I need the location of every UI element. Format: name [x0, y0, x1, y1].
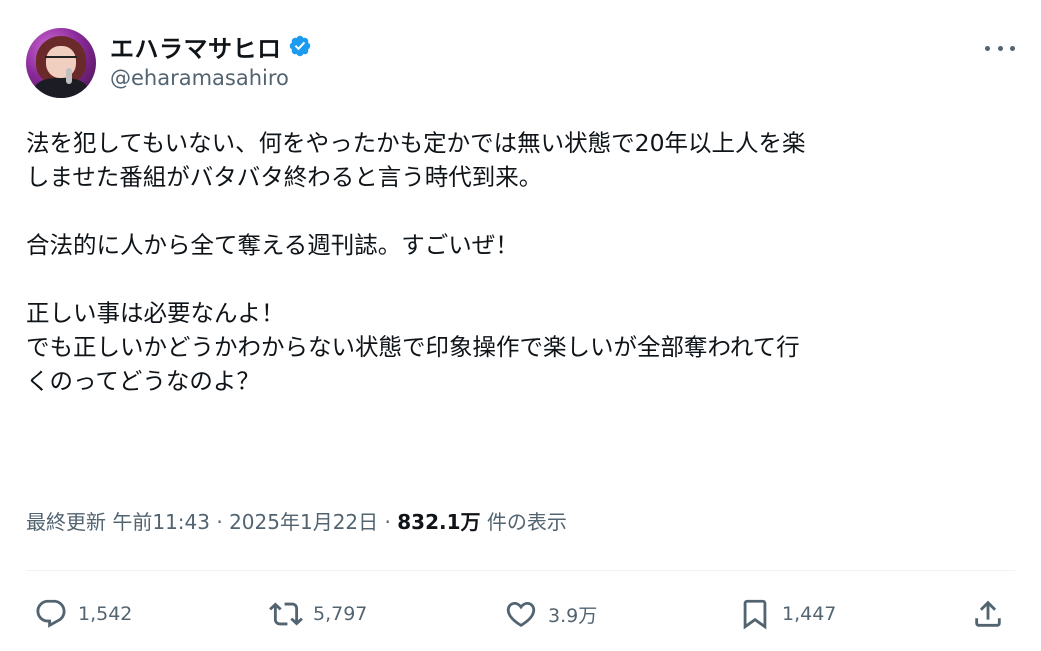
tweet-line: 合法的に人から全て奪える週刊誌。すごいぜ！ — [26, 231, 519, 259]
like-count: 3.9万 — [548, 604, 598, 627]
more-dot — [985, 45, 990, 51]
heart-icon — [506, 601, 536, 627]
more-dot — [997, 45, 1003, 51]
verified-badge-icon[interactable] — [288, 34, 312, 58]
divider — [26, 570, 1015, 571]
reply-button[interactable]: 1,542 — [34, 594, 132, 634]
tweet-line: しませた番組がバタバタ終わると言う時代到来。 — [26, 163, 543, 191]
tweet-text: 法を犯してもいない、何をやったかも定かでは無い状態で20年以上人を楽 しませた番… — [26, 126, 1021, 398]
display-name[interactable]: エハラマサヒロ — [110, 29, 282, 64]
name-row: エハラマサヒロ — [110, 29, 312, 64]
share-icon — [975, 600, 1001, 627]
avatar-mic — [66, 68, 72, 84]
avatar-body — [34, 78, 88, 98]
line-break — [26, 194, 1021, 228]
meta-separator: · — [384, 510, 391, 534]
tweet-time[interactable]: 午前11:43 — [112, 510, 210, 534]
tweet-line: でも正しいかどうかわからない状態で印象操作で楽しいが全部奪われて行 — [26, 333, 800, 361]
retweet-count: 5,797 — [313, 603, 368, 625]
user-handle[interactable]: @eharamasahiro — [110, 66, 312, 90]
tweet-meta: 最終更新 午前11:43 · 2025年1月22日 · 832.1万 件の表示 — [26, 506, 567, 535]
tweet-line: くのってどうなのよ？ — [26, 367, 260, 395]
views-count: 832.1万 — [397, 510, 481, 534]
avatar[interactable] — [26, 28, 96, 98]
reply-icon — [36, 599, 66, 628]
tweet-line: 正しい事は必要なんよ！ — [26, 299, 285, 327]
more-dot — [1010, 45, 1015, 51]
more-dots-icon[interactable] — [985, 38, 1015, 58]
views-label: 件の表示 — [486, 510, 567, 534]
updated-label: 最終更新 — [26, 510, 106, 534]
bookmark-count: 1,447 — [782, 603, 837, 625]
tweet-card: エハラマサヒロ @eharamasahiro 法を犯してもいない、何をやったかも… — [0, 0, 1041, 651]
retweet-icon — [269, 602, 303, 626]
meta-separator: · — [216, 510, 223, 534]
like-button[interactable]: 3.9万 — [504, 594, 597, 634]
reply-count: 1,542 — [78, 603, 133, 625]
bookmark-icon — [743, 599, 767, 630]
retweet-button[interactable]: 5,797 — [269, 594, 367, 634]
user-info: エハラマサヒロ @eharamasahiro — [110, 30, 312, 90]
tweet-line: 法を犯してもいない、何をやったかも定かでは無い状態で20年以上人を楽 — [26, 129, 806, 157]
share-button[interactable] — [971, 594, 1015, 634]
avatar-glasses — [45, 56, 77, 66]
line-break — [26, 262, 1021, 296]
bookmark-button[interactable]: 1,447 — [738, 594, 836, 634]
tweet-date[interactable]: 2025年1月22日 — [229, 510, 378, 534]
action-bar: 1,542 5,797 3.9万 1,447 — [26, 594, 1016, 634]
